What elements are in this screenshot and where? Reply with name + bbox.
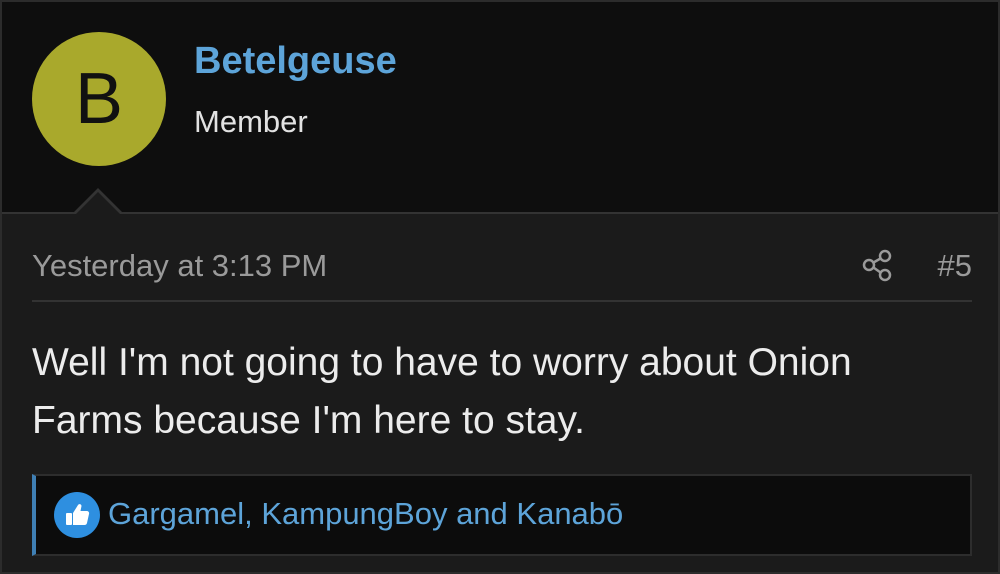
reactors-link[interactable]: Gargamel, KampungBoy and Kanabō: [108, 496, 623, 532]
share-icon[interactable]: [860, 248, 894, 282]
username-link[interactable]: Betelgeuse: [194, 40, 397, 83]
user-block: B Betelgeuse Member: [2, 2, 998, 214]
post-container: B Betelgeuse Member Yesterday at 3:13 PM…: [0, 0, 1000, 574]
post-timestamp[interactable]: Yesterday at 3:13 PM: [32, 248, 327, 284]
avatar-letter: B: [74, 59, 124, 139]
thumbs-up-icon: [54, 492, 100, 538]
user-title: Member: [194, 104, 308, 139]
post-meta: Yesterday at 3:13 PM #5: [32, 246, 972, 302]
reactions-bar: Gargamel, KampungBoy and Kanabō: [32, 474, 972, 556]
post-number-link[interactable]: #5: [938, 248, 972, 284]
post-message: Well I'm not going to have to worry abou…: [32, 341, 852, 442]
user-block-arrow-inner: [75, 192, 121, 215]
avatar[interactable]: B: [32, 32, 166, 166]
